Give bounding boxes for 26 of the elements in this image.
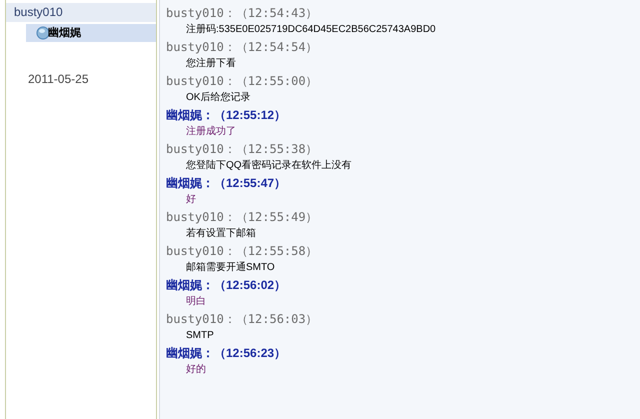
message-text: 注册码:535E0E025719DC64D45EC2B56C25743A9BD0 [186, 24, 436, 35]
message-text: 您登陆下QQ看密码记录在软件上没有 [186, 160, 352, 171]
message-text: 明白 [186, 296, 206, 307]
message-text: 好的 [186, 364, 206, 375]
conversation-item[interactable]: 幽烟娓 [26, 24, 156, 42]
chat-bubble-icon [36, 26, 50, 40]
message-header: busty010：（12:54:54） [166, 40, 318, 54]
contact-name[interactable]: busty010 [6, 3, 156, 22]
message-header: 幽烟娓：（12:55:47） [166, 176, 286, 190]
message-text: SMTP [186, 330, 214, 341]
message-header: busty010：（12:55:38） [166, 142, 318, 156]
message-text: 若有设置下邮箱 [186, 228, 256, 239]
message-header: busty010：（12:55:58） [166, 244, 318, 258]
message-text: OK后给您记录 [186, 92, 250, 103]
message-text: 您注册下看 [186, 58, 236, 69]
message-header: 幽烟娓：（12:56:02） [166, 278, 286, 292]
message-header: busty010：（12:55:00） [166, 74, 318, 88]
message-header: busty010：（12:56:03） [166, 312, 318, 326]
message-text: 好 [186, 194, 196, 205]
message-header: 幽烟娓：（12:55:12） [166, 108, 286, 122]
message-header: 幽烟娓：（12:56:23） [166, 346, 286, 360]
date-label: 2011-05-25 [27, 71, 90, 88]
message-text: 注册成功了 [186, 126, 236, 137]
message-header: busty010：（12:55:49） [166, 210, 318, 224]
message-text: 邮箱需要开通SMTO [186, 262, 275, 273]
message-header: busty010：（12:54:43） [166, 6, 318, 20]
